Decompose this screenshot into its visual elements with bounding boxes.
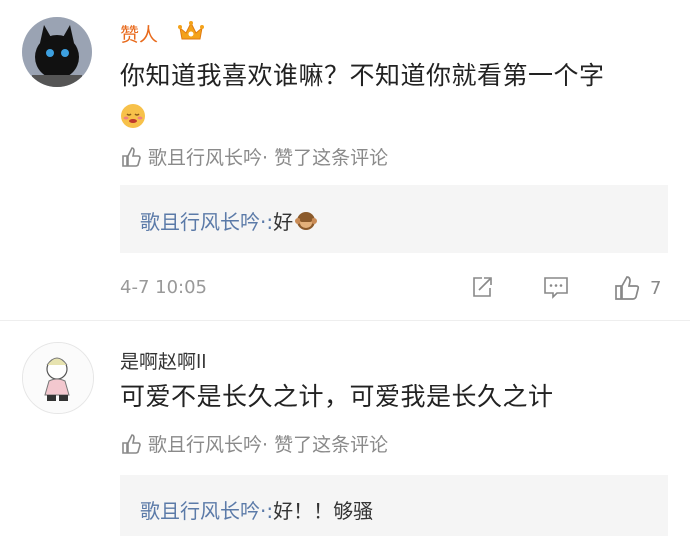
thumbs-up-icon bbox=[615, 276, 640, 300]
like-count: 7 bbox=[650, 277, 662, 299]
avatar[interactable] bbox=[22, 17, 92, 87]
smile-emoji-icon bbox=[121, 104, 145, 128]
reply-box[interactable]: 歌且行风长吟·: 好 bbox=[120, 185, 668, 253]
reply-line: 歌且行风长吟·: 好！！够骚 bbox=[140, 495, 373, 524]
cartoon-girl-avatar-image bbox=[23, 343, 93, 413]
liked-by-author: 歌且行风长吟· 赞了这条评论 bbox=[120, 430, 388, 457]
crown-icon bbox=[178, 21, 204, 40]
avatar[interactable] bbox=[22, 342, 94, 414]
like-button[interactable]: 7 bbox=[614, 275, 661, 301]
black-cat-avatar-image bbox=[22, 17, 92, 87]
username[interactable]: 赞人 bbox=[120, 20, 158, 47]
username[interactable]: 是啊赵啊ll bbox=[120, 347, 207, 374]
reply-text: 好 bbox=[273, 210, 294, 234]
comment-time: 4-7 10:05 bbox=[120, 277, 207, 298]
reply-text: 好！！够骚 bbox=[273, 499, 374, 523]
liked-by-author: 歌且行风长吟· 赞了这条评论 bbox=[120, 143, 388, 170]
share-icon bbox=[473, 277, 492, 297]
reply-author[interactable]: 歌且行风长吟·: bbox=[140, 206, 273, 235]
comment-button[interactable] bbox=[543, 275, 569, 299]
comment-2: 是啊赵啊ll 可爱不是长久之计，可爱我是长久之计 歌且行风长吟· 赞了这条评论 … bbox=[0, 320, 690, 536]
reply-line: 歌且行风长吟·: 好 bbox=[140, 206, 318, 235]
comment-text: 可爱不是长久之计，可爱我是长久之计 bbox=[120, 382, 554, 411]
comment-icon bbox=[544, 277, 568, 299]
share-button[interactable] bbox=[470, 275, 494, 299]
liked-by-text: 歌且行风长吟· 赞了这条评论 bbox=[148, 147, 389, 169]
thumbs-up-icon bbox=[122, 146, 141, 167]
comment-meta: 4-7 10:05 7 bbox=[120, 275, 668, 305]
reply-box[interactable]: 歌且行风长吟·: 好！！够骚 bbox=[120, 475, 668, 536]
reply-author[interactable]: 歌且行风长吟·: bbox=[140, 495, 273, 524]
liked-by-text: 歌且行风长吟· 赞了这条评论 bbox=[148, 434, 389, 456]
thumbs-up-icon bbox=[122, 433, 141, 454]
comment-1: 赞人 你知道我喜欢谁嘛？不知道你就看第一个字 歌且行风长吟· 赞了这条评论 歌且… bbox=[0, 0, 690, 310]
monkey-emoji-icon bbox=[295, 211, 318, 230]
comment-text: 你知道我喜欢谁嘛？不知道你就看第一个字 bbox=[120, 61, 605, 90]
